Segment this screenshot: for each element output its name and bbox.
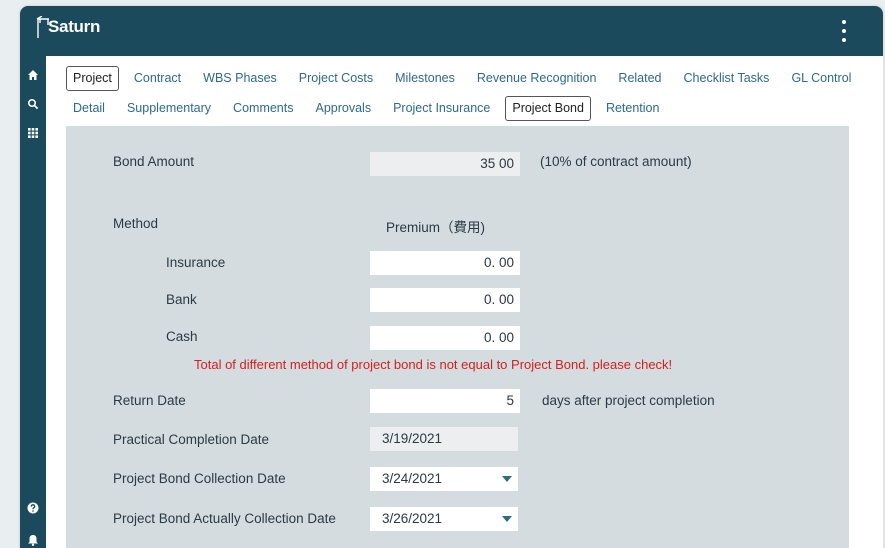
secondary-tab-project-insurance[interactable]: Project Insurance: [386, 96, 497, 121]
chevron-down-icon[interactable]: [502, 476, 512, 482]
primary-tab-wbs-phases[interactable]: WBS Phases: [196, 66, 284, 91]
secondary-tab-supplementary[interactable]: Supplementary: [120, 96, 218, 121]
insurance-label: Insurance: [166, 255, 226, 270]
cash-label: Cash: [166, 329, 198, 344]
bank-premium-input[interactable]: 0. 00: [370, 288, 520, 312]
primary-tab-contract[interactable]: Contract: [127, 66, 188, 91]
home-icon[interactable]: [27, 69, 39, 81]
primary-tab-project-costs[interactable]: Project Costs: [292, 66, 380, 91]
practical-completion-label: Practical Completion Date: [113, 432, 270, 447]
secondary-tabs: Detail Supplementary Comments Approvals Proj…: [66, 96, 674, 121]
chevron-down-icon[interactable]: [502, 516, 512, 522]
bond-amount-field: 35 00: [370, 152, 520, 176]
help-icon[interactable]: [27, 502, 39, 514]
bank-label: Bank: [166, 292, 197, 307]
cash-premium-input[interactable]: 0. 00: [370, 326, 520, 350]
collection-date-value: 3/24/2021: [382, 471, 443, 486]
kebab-menu-icon[interactable]: [841, 20, 847, 42]
secondary-tab-retention[interactable]: Retention: [599, 96, 667, 121]
secondary-tab-detail[interactable]: Detail: [66, 96, 112, 121]
app-window: Saturn Project Contract WBS Phases Proje…: [20, 6, 883, 548]
actual-collection-label: Project Bond Actually Collection Date: [113, 511, 336, 526]
primary-tabs: Project Contract WBS Phases Project Costs Mi…: [66, 66, 866, 91]
secondary-tab-comments[interactable]: Comments: [226, 96, 300, 121]
primary-tab-project[interactable]: Project: [66, 66, 119, 91]
practical-completion-value: 3/19/2021: [382, 431, 443, 446]
saturn-logo[interactable]: Saturn: [36, 16, 100, 38]
insurance-premium-input[interactable]: 0. 00: [370, 251, 520, 275]
project-bond-panel: Bond Amount 35 00 (10% of contract amoun…: [66, 126, 849, 548]
bell-icon[interactable]: [27, 534, 39, 546]
primary-tab-gl-control[interactable]: GL Control: [784, 66, 858, 91]
grid-icon[interactable]: [27, 127, 39, 139]
main-content: Project Contract WBS Phases Project Costs Mi…: [46, 56, 883, 548]
bond-total-error: Total of different method of project bon…: [194, 357, 673, 372]
primary-tab-related[interactable]: Related: [611, 66, 668, 91]
bond-amount-note: (10% of contract amount): [540, 154, 692, 169]
practical-completion-date: 3/19/2021: [370, 427, 518, 451]
bond-amount-label: Bond Amount: [113, 154, 195, 169]
return-date-label: Return Date: [113, 393, 186, 408]
primary-tab-checklist-tasks[interactable]: Checklist Tasks: [677, 66, 777, 91]
secondary-tab-project-bond[interactable]: Project Bond: [505, 96, 591, 121]
search-icon[interactable]: [27, 98, 39, 110]
collection-date-picker[interactable]: 3/24/2021: [370, 467, 518, 491]
primary-tab-milestones[interactable]: Milestones: [388, 66, 462, 91]
primary-tab-revenue-recognition[interactable]: Revenue Recognition: [470, 66, 604, 91]
secondary-tab-approvals[interactable]: Approvals: [308, 96, 378, 121]
actual-collection-value: 3/26/2021: [382, 511, 443, 526]
premium-header: Premium（費用): [386, 220, 486, 235]
actual-collection-date-picker[interactable]: 3/26/2021: [370, 507, 518, 531]
return-date-suffix: days after project completion: [542, 393, 715, 408]
return-days-input[interactable]: 5: [370, 389, 520, 413]
top-bar: Saturn: [20, 6, 883, 56]
collection-date-label: Project Bond Collection Date: [113, 471, 286, 486]
method-label: Method: [113, 216, 159, 231]
side-nav: [20, 56, 46, 548]
app-name: Saturn: [48, 17, 101, 36]
